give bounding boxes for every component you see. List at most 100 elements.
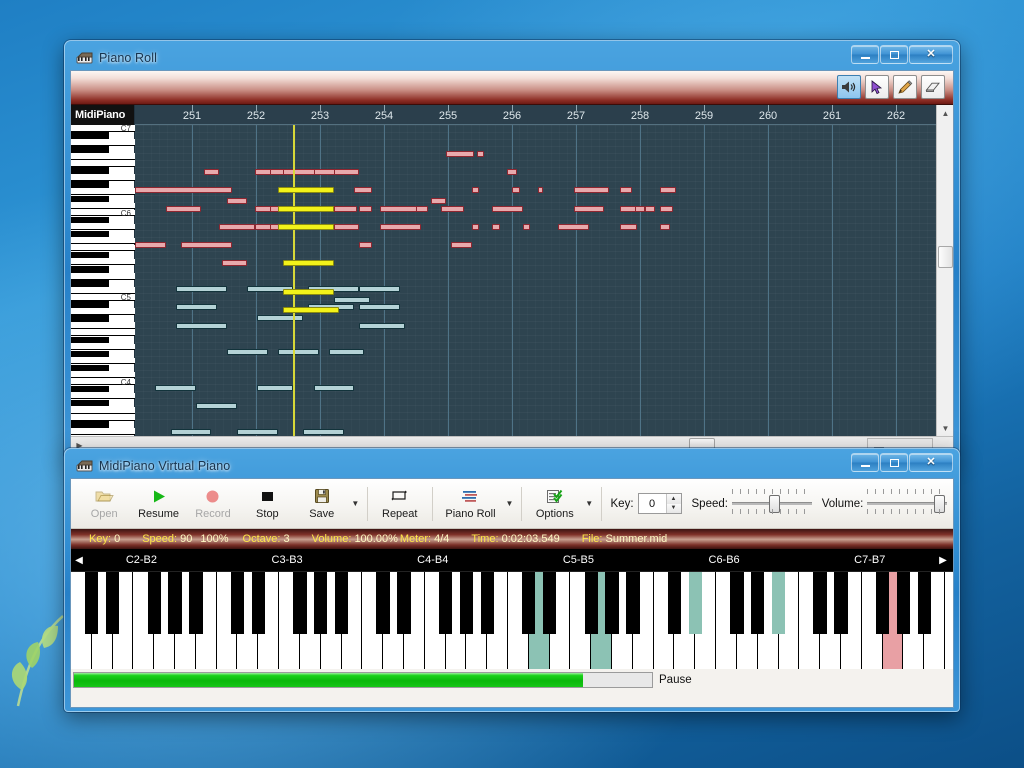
piano-roll-grid-area[interactable]: 251 252 253 254 255 256 257 258 259 260 261 262: [135, 105, 953, 453]
piano-roll-white-key[interactable]: [71, 392, 135, 400]
vertical-scroll-thumb[interactable]: [938, 246, 953, 269]
piano-roll-white-key[interactable]: [71, 322, 135, 329]
note-right-hand[interactable]: [537, 187, 543, 194]
piano-roll-white-key[interactable]: [71, 357, 135, 365]
black-key[interactable]: [875, 572, 890, 634]
note-left-hand[interactable]: [303, 429, 345, 436]
note-right-hand[interactable]: [619, 187, 633, 194]
piano-roll-black-key[interactable]: [71, 399, 109, 407]
black-key[interactable]: [230, 572, 245, 634]
piano-roll-titlebar[interactable]: Piano Roll ✕: [70, 45, 954, 70]
options-button[interactable]: Options: [527, 481, 583, 527]
piano-roll-white-key[interactable]: [71, 160, 135, 167]
note-left-hand[interactable]: [359, 322, 406, 329]
note-right-hand[interactable]: [512, 187, 521, 194]
note-right-hand[interactable]: [660, 223, 671, 230]
note-left-hand[interactable]: [170, 429, 212, 436]
piano-roll-white-key[interactable]: [71, 414, 135, 421]
piano-roll-black-key[interactable]: [71, 230, 109, 238]
black-key[interactable]: [751, 572, 765, 634]
save-dropdown-chevron-down-icon[interactable]: ▼: [349, 481, 362, 527]
note-right-hand[interactable]: [451, 242, 472, 248]
note-playing-active[interactable]: [282, 288, 334, 295]
piano-roll-black-key[interactable]: [71, 364, 109, 372]
note-canvas[interactable]: [135, 125, 953, 453]
black-key[interactable]: [251, 572, 265, 634]
piano-roll-black-key[interactable]: [71, 216, 109, 224]
note-right-hand[interactable]: [573, 205, 605, 212]
piano-roll-white-key[interactable]: [71, 308, 135, 315]
note-left-hand[interactable]: [226, 348, 268, 355]
piano-roll-black-key[interactable]: [71, 336, 109, 343]
note-right-hand[interactable]: [333, 223, 360, 230]
black-key[interactable]: [314, 572, 328, 634]
speed-slider[interactable]: [731, 488, 812, 520]
black-key[interactable]: [771, 572, 786, 634]
repeat-button[interactable]: Repeat: [373, 481, 427, 527]
black-key[interactable]: [397, 572, 411, 634]
maximize-button[interactable]: [880, 453, 908, 472]
note-right-hand[interactable]: [165, 205, 202, 212]
midipiano-window[interactable]: MidiPiano Virtual Piano ✕ Open Resume Re…: [64, 448, 960, 712]
piano-roll-black-key[interactable]: [71, 266, 109, 273]
piano-roll-white-key[interactable]: [71, 153, 135, 160]
midipiano-toolbar[interactable]: Open Resume Record Stop Save ▼ Repeat Pi…: [71, 479, 953, 529]
piano-roll-white-key[interactable]: [71, 174, 135, 181]
pencil-icon[interactable]: [893, 75, 917, 99]
black-key[interactable]: [813, 572, 827, 634]
note-right-hand[interactable]: [135, 242, 166, 248]
piano-roll-black-key[interactable]: [71, 315, 109, 322]
black-key[interactable]: [522, 572, 536, 634]
arrow-cursor-icon[interactable]: [865, 75, 889, 99]
key-value[interactable]: 0: [639, 498, 666, 510]
piano-roll-white-key[interactable]: [71, 273, 135, 280]
piano-roll-white-key[interactable]: [71, 244, 135, 252]
note-right-hand[interactable]: [492, 205, 523, 212]
note-right-hand[interactable]: [203, 169, 220, 176]
note-left-hand[interactable]: [155, 385, 197, 391]
piano-roll-black-key[interactable]: [71, 385, 109, 393]
midipiano-window-buttons[interactable]: ✕: [851, 453, 953, 472]
minimize-button[interactable]: [851, 45, 879, 64]
piano-roll-white-key[interactable]: [71, 329, 135, 336]
piano-roll-key-column[interactable]: MidiPiano C7 C6 C5 C4: [71, 105, 135, 453]
piano-roll-white-key[interactable]: [71, 407, 135, 414]
key-spin-buttons[interactable]: ▲ ▼: [665, 494, 681, 513]
key-spin-down-icon[interactable]: ▼: [666, 503, 681, 513]
black-key[interactable]: [834, 572, 848, 634]
piano-roll-white-key[interactable]: [71, 343, 135, 350]
black-key[interactable]: [542, 572, 557, 634]
note-right-hand[interactable]: [354, 187, 373, 194]
vertical-scrollbar[interactable]: ▲ ▼: [936, 105, 953, 437]
note-right-hand[interactable]: [471, 187, 480, 194]
measure-ruler[interactable]: 251 252 253 254 255 256 257 258 259 260 261 262: [135, 105, 953, 125]
piano-roll-white-key[interactable]: [71, 188, 135, 195]
note-right-hand[interactable]: [476, 151, 485, 157]
key-stepper[interactable]: 0 ▲ ▼: [637, 493, 682, 514]
scroll-down-arrow[interactable]: ▼: [937, 420, 953, 437]
piano-roll-black-key[interactable]: [71, 280, 109, 287]
black-key[interactable]: [438, 572, 453, 634]
note-playing-active[interactable]: [277, 205, 334, 212]
piano-roll-white-key[interactable]: [71, 258, 135, 266]
black-key[interactable]: [730, 572, 744, 634]
note-playing-active[interactable]: [282, 307, 339, 313]
note-right-hand[interactable]: [471, 223, 480, 230]
note-right-hand[interactable]: [507, 169, 518, 176]
note-right-hand[interactable]: [226, 197, 248, 204]
note-right-hand[interactable]: [634, 205, 645, 212]
black-key[interactable]: [334, 572, 349, 634]
piano-roll-button[interactable]: Piano Roll: [438, 481, 503, 527]
note-right-hand[interactable]: [430, 197, 447, 204]
black-key[interactable]: [293, 572, 307, 634]
note-right-hand[interactable]: [619, 223, 638, 230]
note-left-hand[interactable]: [257, 385, 294, 391]
piano-roll-white-key[interactable]: [71, 139, 135, 146]
progress-bar[interactable]: [73, 672, 653, 688]
piano-roll-tool-group[interactable]: [837, 75, 945, 99]
black-key[interactable]: [896, 572, 911, 634]
note-left-hand[interactable]: [359, 304, 401, 311]
speaker-icon[interactable]: [837, 75, 861, 99]
black-key[interactable]: [688, 572, 702, 634]
note-right-hand[interactable]: [221, 260, 248, 267]
